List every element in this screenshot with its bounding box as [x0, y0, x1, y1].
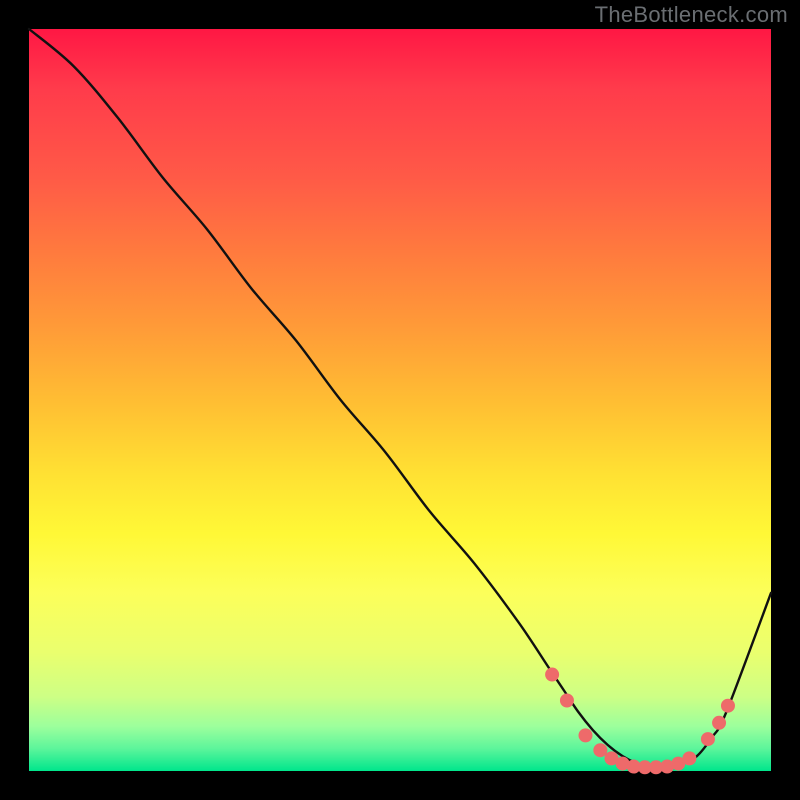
marker-dot — [721, 699, 734, 712]
bottleneck-curve — [29, 29, 771, 768]
marker-dot — [579, 729, 592, 742]
marker-dot — [594, 744, 607, 757]
marker-dot — [683, 752, 696, 765]
watermark-text: TheBottleneck.com — [595, 2, 788, 28]
marker-group — [546, 668, 735, 774]
marker-dot — [560, 694, 573, 707]
marker-dot — [713, 716, 726, 729]
chart-area — [29, 29, 771, 771]
marker-dot — [546, 668, 559, 681]
chart-svg — [29, 29, 771, 771]
marker-dot — [701, 733, 714, 746]
